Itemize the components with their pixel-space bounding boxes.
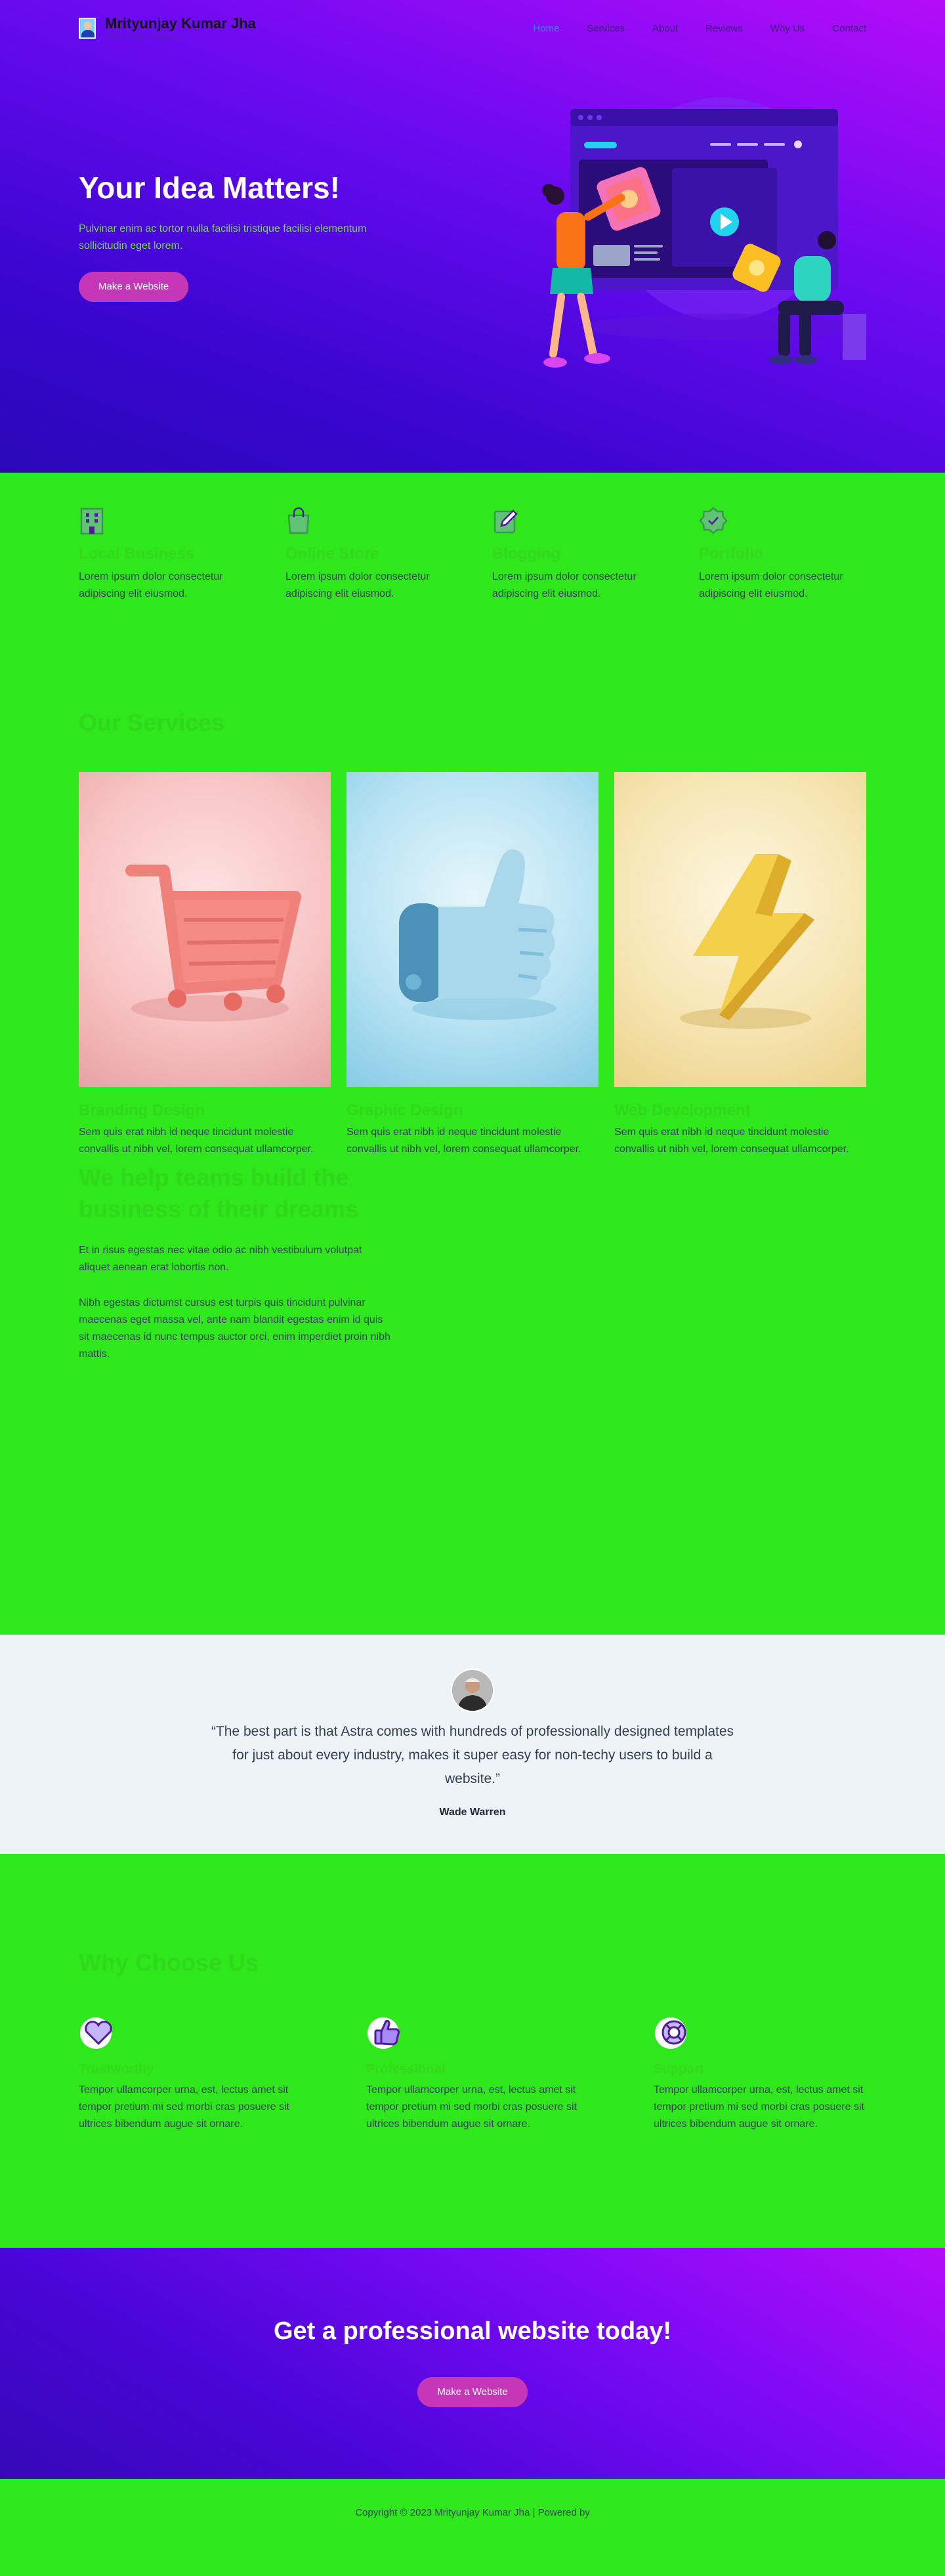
- why-section: Why Choose Us Trustworthy Tempor ullamco…: [0, 1854, 945, 2248]
- site-logo[interactable]: [79, 18, 96, 39]
- site-footer: Copyright © 2023 Mrityunjay Kumar Jha | …: [0, 2479, 945, 2546]
- service-card-graphic[interactable]: Graphic Design Sem quis erat nibh id neq…: [346, 772, 598, 1158]
- shopping-bag-icon: [285, 505, 316, 536]
- edit-icon: [492, 505, 522, 536]
- service-card-web[interactable]: Web Development Sem quis erat nibh id ne…: [614, 772, 866, 1158]
- why-item-desc: Tempor ullamcorper urna, est, lectus ame…: [366, 2084, 577, 2130]
- thumbs-up-icon: [366, 2012, 406, 2051]
- feature-title: Portfolio: [699, 545, 764, 563]
- about-paragraph-1: Et in risus egestas nec vitae odio ac ni…: [79, 1245, 362, 1273]
- cta-title: Get a professional website today!: [273, 2317, 672, 2345]
- why-item-desc: Tempor ullamcorper urna, est, lectus ame…: [654, 2084, 864, 2130]
- nav-about[interactable]: About: [652, 23, 678, 34]
- main-nav: Home Services About Reviews Why Us Conta…: [533, 23, 866, 34]
- why-item-title: Support: [654, 2062, 704, 2076]
- service-title: Branding Design: [79, 1102, 205, 1119]
- cta-button[interactable]: Make a Website: [417, 2377, 528, 2407]
- service-desc: Sem quis erat nibh id neque tincidunt mo…: [346, 1127, 581, 1155]
- feature-desc: Lorem ipsum dolor consectetur adipiscing…: [285, 571, 430, 599]
- feature-desc: Lorem ipsum dolor consectetur adipiscing…: [699, 571, 843, 599]
- cta-section: Get a professional website today! Make a…: [0, 2248, 945, 2479]
- why-title: Why Choose Us: [79, 1949, 259, 1976]
- services-section: Our Services Branding Design Sem quis er…: [0, 656, 945, 1155]
- about-section: We help teams build the business of thei…: [0, 1090, 945, 1635]
- feature-online-store: Online Store Lorem ipsum dolor consectet…: [285, 505, 453, 603]
- site-header: Mrityunjay Kumar Jha Web Design Services…: [79, 0, 866, 56]
- service-desc: Sem quis erat nibh id neque tincidunt mo…: [614, 1127, 849, 1155]
- lightning-bolt-image: [614, 772, 866, 1087]
- about-title: We help teams build the business of thei…: [79, 1164, 359, 1222]
- service-desc: Sem quis erat nibh id neque tincidunt mo…: [79, 1127, 314, 1155]
- why-item-title: Professional: [366, 2062, 446, 2076]
- hero-illustration: [542, 97, 866, 368]
- feature-title: Blogging: [492, 545, 560, 563]
- testimonial-author: Wade Warren: [439, 1807, 506, 1818]
- feature-portfolio: Portfolio Lorem ipsum dolor consectetur …: [699, 505, 866, 603]
- feature-desc: Lorem ipsum dolor consectetur adipiscing…: [79, 571, 223, 599]
- brand[interactable]: Mrityunjay Kumar Jha Web Design Services: [79, 16, 256, 41]
- hero-cta-button[interactable]: Make a Website: [79, 272, 189, 302]
- nav-contact[interactable]: Contact: [832, 23, 866, 34]
- badge-check-icon: [699, 505, 729, 536]
- feature-title: Online Store: [285, 545, 379, 563]
- site-name[interactable]: Mrityunjay Kumar Jha: [105, 16, 256, 32]
- service-card-branding[interactable]: Branding Design Sem quis erat nibh id ne…: [79, 772, 331, 1158]
- feature-local-business: Local Business Lorem ipsum dolor consect…: [79, 505, 246, 603]
- services-title: Our Services: [79, 709, 225, 736]
- hero-title: Your Idea Matters!: [79, 171, 340, 205]
- why-item-trustworthy: Trustworthy Tempor ullamcorper urna, est…: [79, 2012, 291, 2133]
- hero-section: Mrityunjay Kumar Jha Web Design Services…: [0, 0, 945, 473]
- why-item-desc: Tempor ullamcorper urna, est, lectus ame…: [79, 2084, 289, 2130]
- features-section: Local Business Lorem ipsum dolor consect…: [0, 473, 945, 656]
- heart-icon: [79, 2012, 118, 2051]
- testimonial-section: “The best part is that Astra comes with …: [0, 1635, 945, 1854]
- feature-blogging: Blogging Lorem ipsum dolor consectetur a…: [492, 505, 660, 603]
- why-item-title: Trustworthy: [79, 2062, 154, 2076]
- building-icon: [79, 505, 109, 536]
- lifebuoy-icon: [654, 2012, 693, 2051]
- shopping-cart-image: [79, 772, 331, 1087]
- nav-home[interactable]: Home: [533, 23, 559, 34]
- hero-subtitle: Pulvinar enim ac tortor nulla facilisi t…: [79, 223, 367, 251]
- avatar: [451, 1669, 494, 1712]
- testimonial-quote: “The best part is that Astra comes with …: [211, 1724, 734, 1786]
- about-paragraph-2: Nibh egestas dictumst cursus est turpis …: [79, 1297, 390, 1360]
- why-item-professional: Professional Tempor ullamcorper urna, es…: [366, 2012, 579, 2133]
- copyright-text: Copyright © 2023 Mrityunjay Kumar Jha | …: [355, 2506, 590, 2518]
- nav-services[interactable]: Services: [587, 23, 625, 34]
- nav-why-us[interactable]: Why Us: [770, 23, 805, 34]
- service-title: Graphic Design: [346, 1102, 463, 1119]
- feature-title: Local Business: [79, 545, 195, 563]
- service-title: Web Development: [614, 1102, 751, 1119]
- why-item-support: Support Tempor ullamcorper urna, est, le…: [654, 2012, 866, 2133]
- feature-desc: Lorem ipsum dolor consectetur adipiscing…: [492, 571, 637, 599]
- nav-reviews[interactable]: Reviews: [705, 23, 743, 34]
- thumbs-up-image: [346, 772, 598, 1087]
- site-tagline: Web Design Services: [105, 32, 180, 41]
